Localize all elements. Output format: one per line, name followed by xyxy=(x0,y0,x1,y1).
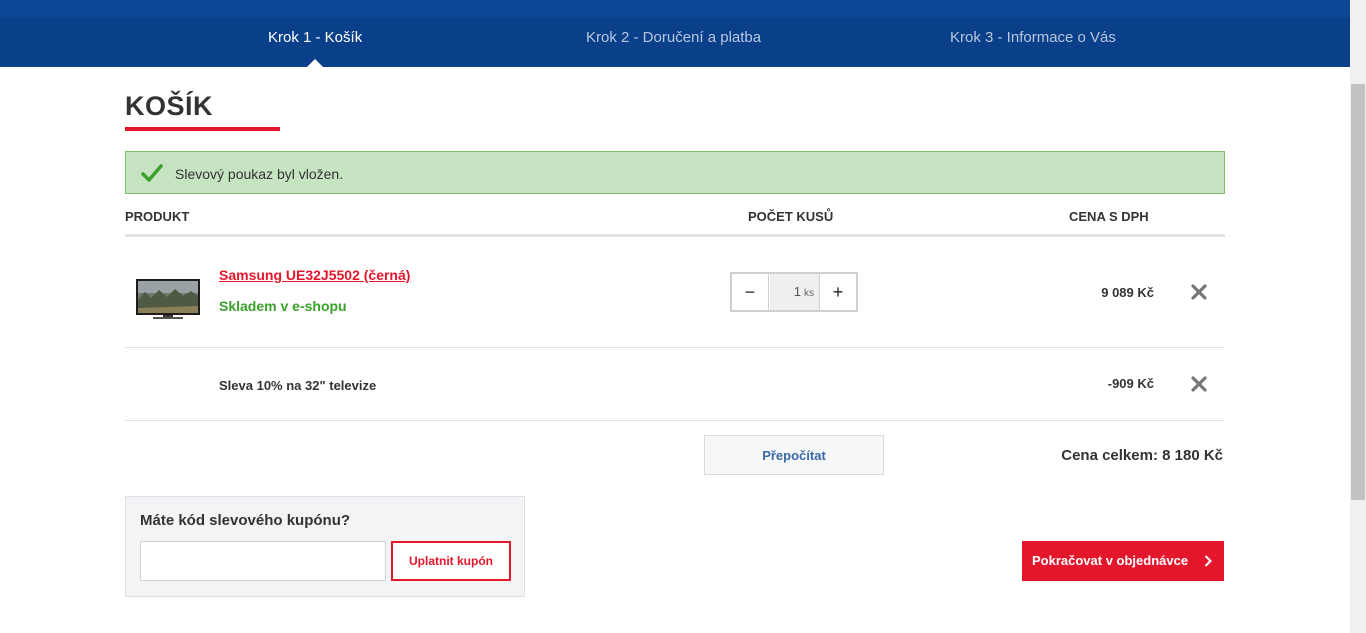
header-strip xyxy=(0,0,1350,18)
alert-message: Slevový poukaz byl vložen. xyxy=(175,166,344,182)
continue-label: Pokračovat v objednávce xyxy=(1032,553,1189,568)
quantity-unit: ks xyxy=(804,288,814,299)
product-thumbnail[interactable] xyxy=(135,278,201,320)
quantity-decrease-button[interactable]: − xyxy=(732,274,769,310)
row-divider xyxy=(125,347,1225,348)
recalculate-button[interactable]: Přepočítat xyxy=(704,435,884,475)
quantity-increase-button[interactable]: + xyxy=(819,274,856,310)
step-cart[interactable]: Krok 1 - Košík xyxy=(268,29,362,46)
page-title: KOŠÍK xyxy=(125,91,214,121)
table-header-divider xyxy=(125,234,1225,237)
quantity-stepper: − 1 ks + xyxy=(730,272,858,312)
coupon-panel: Máte kód slevového kupónu? Uplatnit kupó… xyxy=(125,496,525,597)
remove-discount-icon[interactable] xyxy=(1190,375,1208,393)
quantity-input[interactable]: 1 ks xyxy=(770,274,820,310)
header-price: CENA S DPH xyxy=(1069,209,1149,224)
header-product: PRODUKT xyxy=(125,209,190,224)
apply-coupon-button[interactable]: Uplatnit kupón xyxy=(391,541,511,581)
item-price: 9 089 Kč xyxy=(1101,285,1154,300)
discount-price: -909 Kč xyxy=(1107,376,1154,391)
remove-item-icon[interactable] xyxy=(1190,283,1208,301)
success-alert: Slevový poukaz byl vložen. xyxy=(125,151,1225,194)
stock-status: Skladem v e-shopu xyxy=(219,298,347,314)
continue-order-button[interactable]: Pokračovat v objednávce xyxy=(1022,541,1224,581)
scrollbar-thumb[interactable] xyxy=(1351,84,1365,500)
discount-name: Sleva 10% na 32" televize xyxy=(219,378,377,393)
header-quantity: POČET KUSŮ xyxy=(748,209,834,224)
step-customer-info[interactable]: Krok 3 - Informace o Vás xyxy=(950,29,1116,46)
coupon-title: Máte kód slevového kupónu? xyxy=(140,512,351,529)
cart-total: Cena celkem: 8 180 Kč xyxy=(1061,447,1223,464)
coupon-code-input[interactable] xyxy=(140,541,386,581)
row-divider xyxy=(125,420,1225,421)
page-scrollbar[interactable] xyxy=(1350,0,1366,633)
check-icon xyxy=(141,164,163,182)
checkout-steps-bar: Krok 1 - Košík Krok 2 - Doručení a platb… xyxy=(0,0,1350,67)
active-step-indicator xyxy=(307,59,323,67)
step-delivery-payment[interactable]: Krok 2 - Doručení a platba xyxy=(586,29,761,46)
title-underline xyxy=(125,127,280,131)
product-name-link[interactable]: Samsung UE32J5502 (černá) xyxy=(219,267,410,283)
chevron-right-icon xyxy=(1204,555,1212,567)
